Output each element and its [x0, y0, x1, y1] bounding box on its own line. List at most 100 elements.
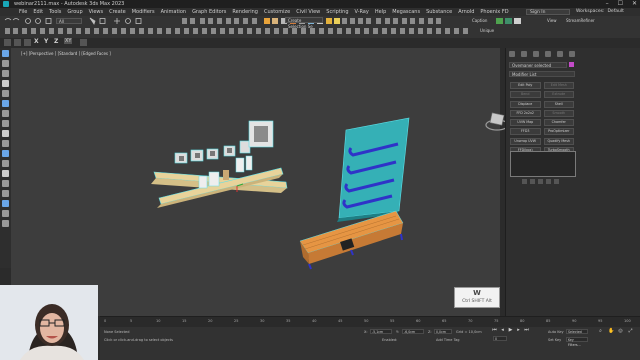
modifier-button-extrude[interactable]: Extrude — [543, 91, 574, 99]
menu-graph-editors[interactable]: Graph Editors — [192, 8, 226, 16]
menu-arnold[interactable]: Arnold — [458, 8, 474, 16]
modifier-button-ffd-2x2x2[interactable]: FFD 2x2x2 — [510, 109, 541, 117]
sign-in-button[interactable]: Sign In — [526, 9, 570, 15]
configure-sets-icon[interactable] — [554, 179, 559, 184]
layer-explorer-icon[interactable] — [14, 39, 21, 46]
make-unique-icon[interactable] — [538, 179, 543, 184]
zoom-icon[interactable]: ⌕ — [598, 329, 603, 334]
scene-explorer-icon[interactable] — [4, 39, 11, 46]
menu-file[interactable]: File — [19, 8, 27, 16]
perspective-viewport[interactable]: [+] [Perspective ] [Standard ] [Edged Fa… — [11, 48, 509, 316]
modifier-list-dropdown[interactable]: Modifier List — [509, 71, 575, 77]
modifier-button-displace[interactable]: Displace — [510, 100, 541, 108]
x-coordinate-field[interactable]: -5,1cm — [370, 329, 392, 334]
remove-modifier-icon[interactable] — [546, 179, 551, 184]
material-tool-icon[interactable] — [2, 210, 9, 217]
modifier-button-shell[interactable]: Shell — [543, 100, 574, 108]
modifier-button-prooptimizer[interactable]: ProOptimizer — [543, 128, 574, 136]
y-coordinate-field[interactable]: -6,0cm — [402, 329, 424, 334]
auto-key-button[interactable]: Auto Key — [548, 330, 564, 334]
display-tool-icon[interactable] — [2, 80, 9, 87]
menu-v-ray[interactable]: V-Ray — [355, 8, 369, 16]
light-tool-icon[interactable] — [2, 100, 9, 107]
render-tool-icon[interactable] — [2, 200, 9, 207]
menu-megascans[interactable]: Megascans — [392, 8, 420, 16]
options-icon[interactable] — [80, 39, 87, 46]
menu-rendering[interactable]: Rendering — [232, 8, 258, 16]
current-frame-field[interactable]: 0 — [493, 336, 507, 341]
menu-modifiers[interactable]: Modifiers — [132, 8, 155, 16]
set-key-button[interactable]: Set Key — [548, 338, 561, 342]
menu-scripting[interactable]: Scripting — [326, 8, 348, 16]
modifier-button-quadify-mesh[interactable]: Quadify Mesh — [543, 137, 574, 145]
menu-phoenix-fd[interactable]: Phoenix FD — [480, 8, 508, 16]
motion-tool-icon[interactable] — [2, 190, 9, 197]
menu-group[interactable]: Group — [67, 8, 82, 16]
object-name-field[interactable]: Ovemaner selected — [509, 62, 567, 68]
pin-stack-icon[interactable] — [522, 179, 527, 184]
modifier-button-smooth[interactable]: Smooth — [543, 109, 574, 117]
go-to-end-icon[interactable]: ⏭ — [524, 328, 529, 333]
utilities-tab-icon[interactable] — [569, 51, 575, 57]
key-filters-button[interactable]: Key Filters... — [566, 337, 588, 347]
next-frame-icon[interactable]: ▸ — [516, 328, 521, 333]
orbit-icon[interactable]: ◎ — [618, 329, 623, 334]
play-icon[interactable]: ▶ — [508, 328, 513, 333]
filter-icon[interactable] — [24, 39, 31, 46]
menu-tools[interactable]: Tools — [49, 8, 61, 16]
motion-tab-icon[interactable] — [545, 51, 551, 57]
close-button[interactable]: ✕ — [632, 0, 637, 8]
modifier-stack[interactable] — [510, 151, 576, 177]
geometry-tool-icon[interactable] — [2, 130, 9, 137]
pan-icon[interactable]: ✋ — [608, 329, 614, 334]
settings-tool-icon[interactable] — [2, 220, 9, 227]
axis-y-tab[interactable]: Y — [44, 38, 48, 45]
spacewarp-tool-icon[interactable] — [2, 150, 9, 157]
create-selection-set-dropdown[interactable]: Create Selection Se — [285, 17, 323, 29]
select-tool-icon[interactable] — [2, 50, 9, 57]
axis-xy-tab[interactable]: XY — [64, 38, 73, 44]
modifier-button-chamfer[interactable]: Chamfer — [543, 119, 574, 127]
maximize-button[interactable]: ☐ — [618, 0, 623, 8]
modify-tab-icon[interactable] — [521, 51, 527, 57]
selection-filter-dropdown[interactable]: All — [56, 18, 82, 24]
show-end-result-icon[interactable] — [530, 179, 535, 184]
previous-frame-icon[interactable]: ◂ — [500, 328, 505, 333]
camera-tool-icon[interactable] — [2, 110, 9, 117]
menu-customize[interactable]: Customize — [264, 8, 290, 16]
menu-animation[interactable]: Animation — [161, 8, 187, 16]
display-tab-icon[interactable] — [557, 51, 563, 57]
create-tab-icon[interactable] — [509, 51, 515, 57]
system-tool-icon[interactable] — [2, 160, 9, 167]
menu-help[interactable]: Help — [375, 8, 386, 16]
modifier-button-edit-poly[interactable]: Edit Poly — [510, 82, 541, 89]
go-to-start-icon[interactable]: ⏮ — [492, 328, 497, 333]
minimize-button[interactable]: – — [606, 0, 609, 8]
modify-tool-icon[interactable] — [2, 170, 9, 177]
hierarchy-tool-icon[interactable] — [2, 90, 9, 97]
menu-create[interactable]: Create — [109, 8, 126, 16]
add-time-tag[interactable]: Add Time Tag — [436, 338, 460, 342]
modifier-button-uvw-map[interactable]: UVW Map — [510, 119, 541, 127]
utility-tool-icon[interactable] — [2, 180, 9, 187]
modifier-button-edit-mesh[interactable]: Edit Mesh — [543, 82, 574, 89]
hierarchy-tab-icon[interactable] — [533, 51, 539, 57]
menu-edit[interactable]: Edit — [33, 8, 43, 16]
shape-tool-icon[interactable] — [2, 140, 9, 147]
z-coordinate-field[interactable]: 0,0cm — [434, 329, 452, 334]
modifier-button-ffd3[interactable]: FFD3 — [510, 128, 541, 136]
helper-tool-icon[interactable] — [2, 120, 9, 127]
key-mode-dropdown[interactable]: Selected — [566, 329, 588, 334]
menu-civil-view[interactable]: Civil View — [296, 8, 320, 16]
menu-views[interactable]: Views — [89, 8, 103, 16]
modifier-button-unwrap-uvw[interactable]: Unwrap UVW — [510, 137, 541, 145]
object-tool-icon[interactable] — [2, 60, 9, 67]
axis-x-tab[interactable]: X — [34, 38, 39, 45]
maximize-viewport-icon[interactable]: ⤢ — [628, 329, 633, 334]
axis-z-tab[interactable]: Z — [54, 38, 58, 45]
modifier-button-bend[interactable]: Bend — [510, 91, 541, 99]
workspace-selector[interactable]: Workspaces: Default — [576, 8, 624, 16]
layer-tool-icon[interactable] — [2, 70, 9, 77]
menu-substance[interactable]: Substance — [426, 8, 452, 16]
object-color-swatch[interactable] — [569, 62, 574, 67]
